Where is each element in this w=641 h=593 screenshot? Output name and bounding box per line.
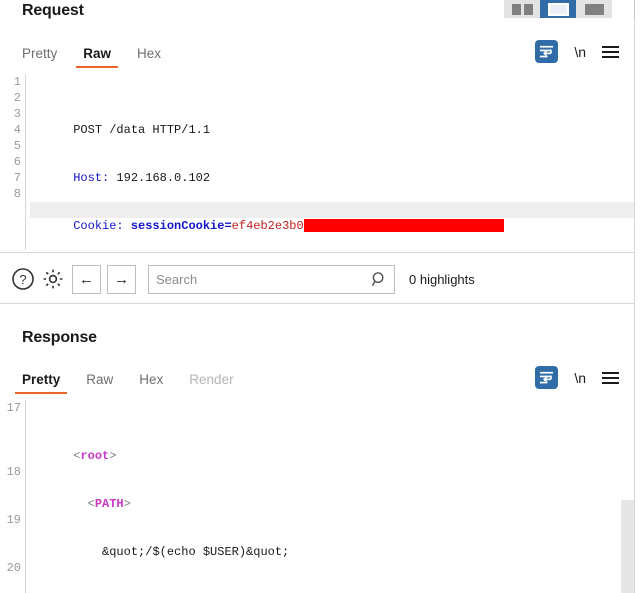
request-panel-title: Request <box>22 2 84 20</box>
line-number: 5 <box>0 138 24 154</box>
line-number <box>0 496 24 512</box>
header-value: 192.168.0.102 <box>109 171 210 185</box>
request-code[interactable]: POST /data HTTP/1.1 Host: 192.168.0.102 … <box>30 74 634 250</box>
line-number: 4 <box>0 122 24 138</box>
line-number: 3 <box>0 106 24 122</box>
response-tab-raw[interactable]: Raw <box>86 372 113 394</box>
gutter-divider <box>25 74 26 250</box>
help-icon: ? <box>11 267 35 291</box>
search-input[interactable] <box>149 266 394 293</box>
request-line-text: POST /data HTTP/1.1 <box>73 123 210 137</box>
svg-text:?: ? <box>19 272 26 287</box>
layout-horizontal-split-button[interactable] <box>540 0 576 18</box>
header-name: Cookie: <box>73 219 123 233</box>
help-button[interactable]: ? <box>10 266 36 292</box>
response-panel-right-border <box>634 304 635 593</box>
code-line: &quot;/$(echo $USER)&quot; <box>30 528 634 544</box>
request-newline-button[interactable]: \n <box>574 44 586 60</box>
response-tab-render[interactable]: Render <box>189 372 233 394</box>
response-menu-button[interactable] <box>602 372 619 384</box>
code-line: <PATH> <box>30 480 634 496</box>
request-tab-pretty[interactable]: Pretty <box>22 46 57 68</box>
line-number <box>0 480 24 496</box>
response-newline-button[interactable]: \n <box>574 370 586 386</box>
hamburger-menu-icon <box>602 372 619 384</box>
search-bar-right-border <box>634 252 635 304</box>
response-tab-hex[interactable]: Hex <box>139 372 163 394</box>
line-number <box>0 416 24 432</box>
line-number: 20 <box>0 560 24 576</box>
response-tab-pretty[interactable]: Pretty <box>22 372 60 394</box>
angle-close: > <box>124 497 131 511</box>
cookie-param-value: ef4eb2e3b0 <box>232 219 304 233</box>
request-menu-button[interactable] <box>602 46 619 58</box>
search-bar-bottom-divider <box>0 303 634 304</box>
horizontal-split-icon <box>548 3 569 16</box>
line-number: 17 <box>0 400 24 416</box>
request-tabbar[interactable]: Pretty Raw Hex \n <box>22 38 627 68</box>
xml-text-value: &quot;/$(echo $USER)&quot; <box>73 545 289 559</box>
line-number: 6 <box>0 154 24 170</box>
line-number: 18 <box>0 464 24 480</box>
line-number <box>0 528 24 544</box>
request-editor[interactable]: 1 2 3 4 5 6 7 8 POST /data HTTP/1.1 Host… <box>0 74 634 250</box>
vertical-split-icon <box>512 4 533 15</box>
layout-toggle-group[interactable] <box>504 0 612 18</box>
request-tab-hex[interactable]: Hex <box>137 46 161 68</box>
response-scrollbar-track[interactable] <box>621 500 634 593</box>
response-scrollbar-thumb[interactable] <box>621 500 634 593</box>
code-line: Host: 192.168.0.102 <box>30 154 634 170</box>
response-code[interactable]: <root> <PATH> &quot;/$(echo $USER)&quot;… <box>30 400 634 593</box>
request-panel-right-border <box>634 20 635 252</box>
line-number: 19 <box>0 512 24 528</box>
search-icon <box>371 271 388 288</box>
hamburger-menu-icon <box>602 46 619 58</box>
request-editor-bottom-divider <box>0 252 634 253</box>
request-tab-raw[interactable]: Raw <box>83 46 111 68</box>
search-bar[interactable]: ? ← → 0 highlights <box>10 255 475 303</box>
request-word-wrap-button[interactable] <box>535 40 558 63</box>
code-line: </PATH> <box>30 576 634 592</box>
request-tab-icons[interactable]: \n <box>535 40 619 63</box>
settings-button[interactable] <box>40 266 66 292</box>
xml-tag-name: root <box>80 449 109 463</box>
line-number: 8 <box>0 186 24 202</box>
window-right-edge <box>634 0 635 20</box>
single-pane-icon <box>585 4 604 15</box>
word-wrap-icon <box>535 40 558 63</box>
search-next-button[interactable]: → <box>107 265 136 294</box>
word-wrap-icon <box>535 366 558 389</box>
response-tab-icons[interactable]: \n <box>535 366 619 389</box>
angle-close: > <box>109 449 116 463</box>
response-tabbar[interactable]: Pretty Raw Hex Render \n <box>22 364 627 394</box>
request-line-gutter: 1 2 3 4 5 6 7 8 <box>0 74 24 250</box>
layout-single-pane-button[interactable] <box>576 0 612 18</box>
line-number: 1 <box>0 74 24 90</box>
code-line-highlighted: Cookie: sessionCookie=ef4eb2e3b0 <box>30 202 634 218</box>
line-number: 7 <box>0 170 24 186</box>
gear-icon <box>41 267 65 291</box>
line-number <box>0 544 24 560</box>
redaction-bar-cookie <box>304 219 504 232</box>
layout-vertical-split-button[interactable] <box>504 0 540 18</box>
highlights-count: 0 highlights <box>409 272 475 287</box>
code-line: POST /data HTTP/1.1 <box>30 106 634 122</box>
equals-sign: = <box>224 219 231 233</box>
cookie-param-name: sessionCookie <box>124 219 225 233</box>
response-line-gutter: 17 18 19 20 <box>0 400 24 593</box>
line-number <box>0 448 24 464</box>
response-panel-title: Response <box>22 329 97 347</box>
gutter-divider <box>25 400 26 593</box>
search-input-wrapper[interactable] <box>148 265 395 294</box>
header-name: Host: <box>73 171 109 185</box>
indent: < <box>73 497 95 511</box>
code-line: <root> <box>30 432 634 448</box>
xml-tag-name: PATH <box>95 497 124 511</box>
search-prev-button[interactable]: ← <box>72 265 101 294</box>
line-number <box>0 432 24 448</box>
search-submit-button[interactable] <box>371 271 388 293</box>
response-editor[interactable]: 17 18 19 20 <root> <PATH> &quot;/$(echo … <box>0 400 634 593</box>
response-word-wrap-button[interactable] <box>535 366 558 389</box>
line-number: 2 <box>0 90 24 106</box>
